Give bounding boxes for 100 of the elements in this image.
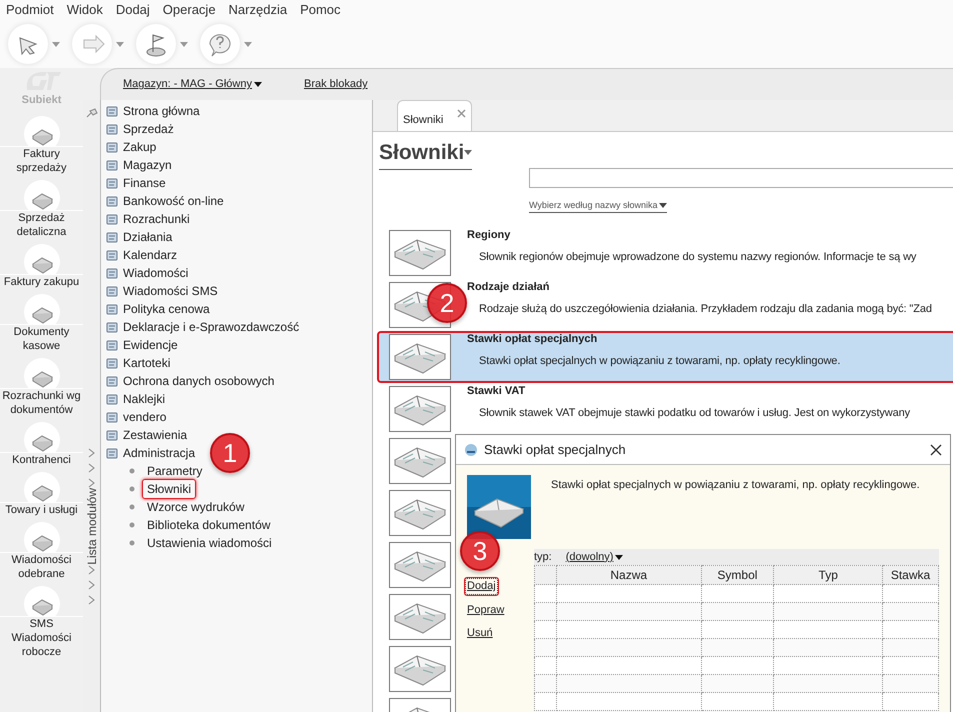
caret-icon xyxy=(116,42,124,46)
module-item[interactable]: Administracja xyxy=(123,444,196,462)
module-icon xyxy=(105,122,119,136)
caret-icon xyxy=(659,202,668,208)
submodule-item[interactable]: Parametry xyxy=(142,461,208,481)
book-icon xyxy=(389,646,451,692)
tab[interactable]: Słowniki xyxy=(397,100,472,131)
menu-item[interactable]: Narzędzia xyxy=(228,0,288,20)
module-icon xyxy=(105,446,119,460)
book-icon xyxy=(389,386,451,432)
module-icon xyxy=(105,302,119,316)
warehouse-selector[interactable]: Magazyn: - MAG - Główny xyxy=(123,76,262,93)
sidebar-item[interactable]: SMS Wiadomości robocze xyxy=(0,617,83,659)
module-item[interactable]: Działania xyxy=(123,228,172,246)
menu-item[interactable]: Pomoc xyxy=(300,0,341,20)
sidebar-item[interactable]: Wiadomości odebrane xyxy=(0,553,83,581)
book-icon xyxy=(467,475,531,539)
submodule-item[interactable]: Wzorce wydruków xyxy=(142,497,250,517)
module-item[interactable]: Bankowość on-line xyxy=(123,192,224,210)
bullet-icon xyxy=(129,540,135,546)
app-name: Subiekt xyxy=(22,93,62,108)
module-item[interactable]: Zestawienia xyxy=(123,426,188,444)
submodule-item[interactable]: Słowniki xyxy=(142,479,196,499)
module-item[interactable]: Strona główna xyxy=(123,102,200,120)
module-item[interactable]: Ewidencje xyxy=(123,336,178,354)
sidebar-item[interactable]: Dokumenty kasowe xyxy=(0,325,83,353)
menu-item[interactable]: Dodaj xyxy=(116,0,150,20)
dictionary-description: Stawki opłat specjalnych w powiązaniu z towarami, np. opłaty recyklingowe. xyxy=(478,354,840,369)
action-link[interactable]: Dodaj xyxy=(464,577,499,596)
sidebar-item[interactable]: Sprzedaż detaliczna xyxy=(0,211,83,239)
action-link[interactable]: Usuń xyxy=(464,624,496,642)
dictionary-description: Słownik regionów obejmuje wprowadzone do systemu nazwy regionów. Informacje te są wy xyxy=(478,250,916,265)
close-icon[interactable] xyxy=(930,444,942,456)
module-item[interactable]: Naklejki xyxy=(123,390,166,408)
caret-icon xyxy=(180,42,188,46)
chevron-icon[interactable] xyxy=(88,594,95,605)
bullet-icon xyxy=(129,522,135,528)
module-icon xyxy=(105,356,119,370)
module-icon xyxy=(105,140,119,154)
module-item[interactable]: Sprzedaż xyxy=(123,120,174,138)
filter-link[interactable]: Wybierz według nazwy słownika xyxy=(529,198,668,213)
module-icon xyxy=(105,428,119,442)
module-icon xyxy=(105,374,119,388)
menu-item[interactable]: Operacje xyxy=(162,0,216,20)
lock-status-link[interactable]: Brak blokady xyxy=(304,76,368,93)
search-field[interactable] xyxy=(529,168,953,188)
sidebar-item[interactable]: Faktury sprzedaży xyxy=(0,147,83,175)
dictionary-title[interactable]: Stawki opłat specjalnych xyxy=(467,330,840,347)
module-icon xyxy=(105,320,119,334)
module-icon xyxy=(105,284,119,298)
submodule-item[interactable]: Biblioteka dokumentów xyxy=(142,515,276,535)
book-icon xyxy=(389,230,451,276)
dialog-title: Stawki opłat specjalnych xyxy=(484,440,627,459)
module-item[interactable]: Deklaracje i e-Sprawozdawczość xyxy=(123,318,300,336)
module-item[interactable]: Polityka cenowa xyxy=(123,300,210,318)
module-item[interactable]: Magazyn xyxy=(123,156,172,174)
book-icon xyxy=(389,490,451,536)
logo-icon xyxy=(464,442,478,456)
chevron-icon[interactable] xyxy=(88,564,95,575)
caret-icon xyxy=(464,150,472,156)
submodule-item[interactable]: Ustawienia wiadomości xyxy=(142,533,277,553)
sidebar-item[interactable]: Towary i usługi xyxy=(4,503,79,517)
pin-icon[interactable] xyxy=(86,108,98,118)
dictionary-title[interactable]: Stawki VAT xyxy=(467,382,910,399)
column-header[interactable]: Typ xyxy=(774,566,883,584)
bullet-icon xyxy=(129,486,135,492)
dialog-description: Stawki opłat specjalnych w powiązaniu z towarami, np. opłaty recyklingowe. xyxy=(551,478,920,493)
module-item[interactable]: Kartoteki xyxy=(123,354,170,372)
sidebar-item[interactable]: Rozrachunki wg dokumentów xyxy=(0,389,83,417)
menu-item[interactable]: Widok xyxy=(66,0,103,20)
module-item[interactable]: Kalendarz xyxy=(123,246,178,264)
module-icon xyxy=(105,104,119,118)
module-item[interactable]: Rozrachunki xyxy=(123,210,190,228)
column-header[interactable]: Symbol xyxy=(701,566,774,584)
module-item[interactable]: Wiadomości SMS xyxy=(123,282,218,300)
dictionary-description: Słownik stawek VAT obejmuje stawki podatku od towarów i usług. Jest on wykorzystywany xyxy=(478,406,910,421)
module-item[interactable]: Ochrona danych osobowych xyxy=(123,372,274,390)
type-filter-dropdown[interactable]: (dowolny) xyxy=(566,548,624,566)
book-icon xyxy=(389,542,451,588)
module-item[interactable]: Finanse xyxy=(123,174,166,192)
book-icon xyxy=(389,594,451,640)
module-item[interactable]: vendero xyxy=(123,408,166,426)
bullet-icon xyxy=(129,468,135,474)
chevron-icon[interactable] xyxy=(88,580,95,590)
module-icon xyxy=(105,248,119,262)
action-link[interactable]: Popraw xyxy=(464,600,508,619)
module-item[interactable]: Zakup xyxy=(123,138,156,156)
column-header[interactable]: Stawka xyxy=(882,566,938,584)
column-header[interactable]: Nazwa xyxy=(556,566,701,584)
dictionary-title[interactable]: Regiony xyxy=(467,226,916,243)
caret-icon xyxy=(244,42,252,46)
module-item[interactable]: Wiadomości xyxy=(123,264,188,282)
list-row[interactable]: Stawki opłat specjalnych Stawki opłat specjalnych w powiązaniu z towarami, np. opłaty recyklingowe. xyxy=(377,331,953,383)
sidebar-item[interactable]: Kontrahenci xyxy=(11,453,72,467)
page-title[interactable]: Słowniki xyxy=(379,137,472,170)
sidebar-item[interactable]: Faktury zakupu xyxy=(2,275,80,289)
dictionary-description: Rodzaje służą do uszczegółowienia działania. Przykładem rodzaju dla zadania mogą być: "Zad xyxy=(478,302,932,317)
module-icon xyxy=(105,392,119,406)
dictionary-title[interactable]: Rodzaje działań xyxy=(467,278,932,295)
menu-item[interactable]: Podmiot xyxy=(6,0,54,20)
